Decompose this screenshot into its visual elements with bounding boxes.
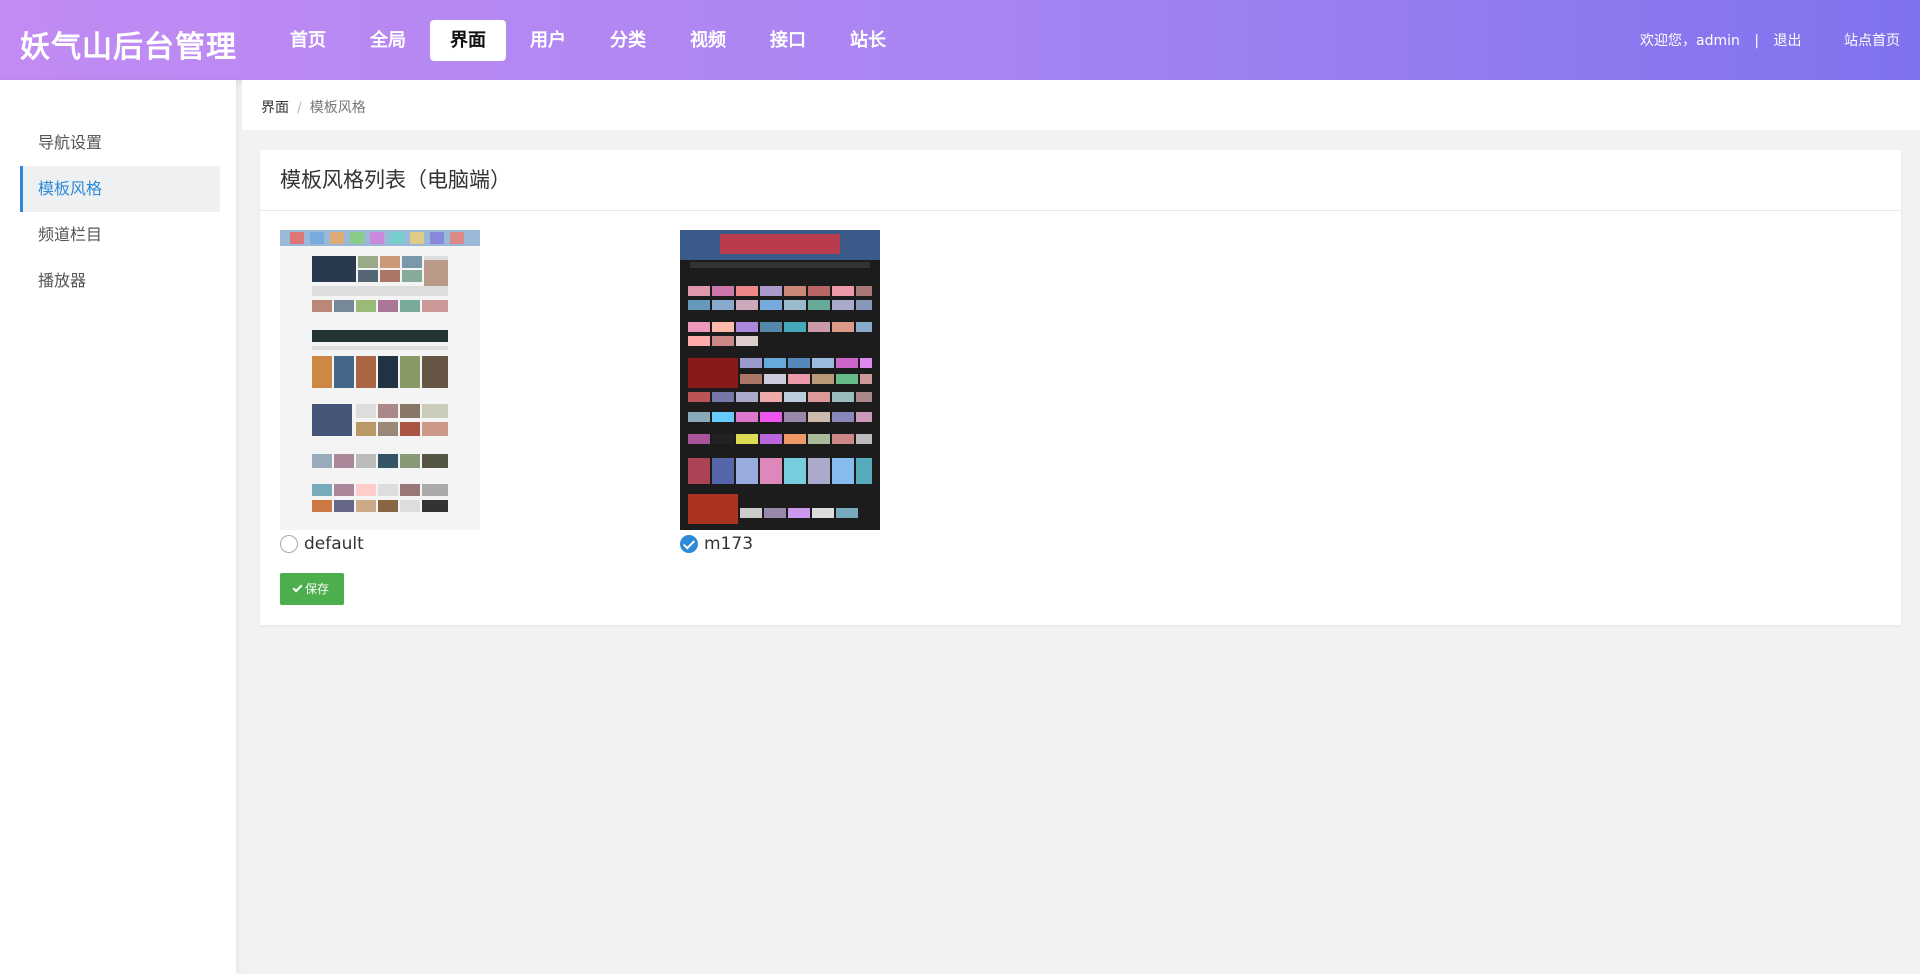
save-button-label: 保存 [304,582,329,596]
template-default-thumbnail[interactable] [280,230,480,530]
nav-interface[interactable]: 界面 [430,20,506,61]
template-default-option[interactable]: default [280,534,480,554]
template-default-label: default [304,534,364,554]
template-default: default [280,230,480,554]
breadcrumb-bar: 界面 / 模板风格 [242,80,1920,130]
template-m173-thumbnail[interactable] [680,230,880,530]
top-header: 妖气山后台管理 首页 全局 界面 用户 分类 视频 接口 站长 欢迎您，admi… [0,0,1920,80]
logout-link[interactable]: 退出 [1774,30,1802,50]
sidebar-menu: 导航设置 模板风格 频道栏目 播放器 [20,120,220,304]
template-m173: m173 [680,230,880,554]
nav-webmaster[interactable]: 站长 [830,20,906,61]
nav-categories[interactable]: 分类 [590,20,666,61]
breadcrumb-current: 模板风格 [309,100,366,116]
template-m173-label: m173 [704,534,754,554]
check-icon [292,582,303,593]
user-box: 欢迎您，admin | 退出 站点首页 [1640,30,1900,50]
site-home-link[interactable]: 站点首页 [1844,30,1900,50]
nav-home[interactable]: 首页 [270,20,346,61]
nav-users[interactable]: 用户 [510,20,586,61]
breadcrumb: 界面 / 模板风格 [261,97,366,117]
sidebar-item-template-style[interactable]: 模板风格 [20,166,220,212]
nav-api[interactable]: 接口 [750,20,826,61]
separator: | [1754,33,1760,49]
app-title: 妖气山后台管理 [20,30,237,65]
sidebar-item-channel[interactable]: 频道栏目 [20,212,220,258]
template-default-radio[interactable] [280,535,298,553]
template-list-card: 模板风格列表（电脑端） default m173 保存 [260,150,1901,625]
card-title: 模板风格列表（电脑端） [260,150,1901,211]
breadcrumb-interface[interactable]: 界面 [261,100,289,116]
save-button[interactable]: 保存 [280,573,344,605]
nav-videos[interactable]: 视频 [670,20,746,61]
m173-preview-image [680,230,880,530]
sidebar-item-nav-settings[interactable]: 导航设置 [20,120,220,166]
top-nav: 首页 全局 界面 用户 分类 视频 接口 站长 [270,20,910,61]
breadcrumb-divider: / [297,100,302,116]
sidebar: 导航设置 模板风格 频道栏目 播放器 [0,80,236,974]
default-preview-image [280,230,480,530]
nav-global[interactable]: 全局 [350,20,426,61]
template-m173-radio[interactable] [680,535,698,553]
template-m173-option[interactable]: m173 [680,534,880,554]
sidebar-item-player[interactable]: 播放器 [20,258,220,304]
welcome-text: 欢迎您，admin [1640,33,1740,49]
